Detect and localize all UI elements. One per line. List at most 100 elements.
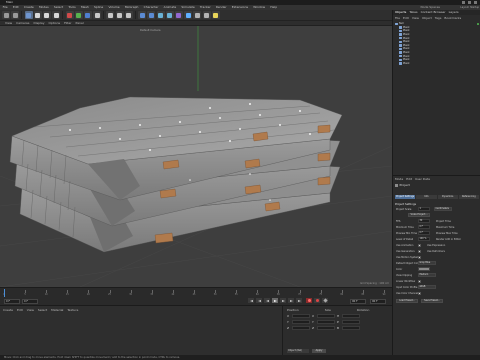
- camera-label[interactable]: Default Camera: [140, 29, 160, 32]
- scale-button[interactable]: [42, 11, 51, 19]
- record-button[interactable]: [306, 298, 312, 303]
- subdivision-button[interactable]: [156, 11, 165, 19]
- object-menu-bookmarks[interactable]: Bookmarks: [444, 16, 461, 20]
- render-view-button[interactable]: [106, 11, 115, 19]
- object-menu-edit[interactable]: Edit: [403, 16, 409, 20]
- camera-button[interactable]: [202, 11, 211, 19]
- array-button[interactable]: [165, 11, 174, 19]
- viewport[interactable]: Default Camera Grid Spacing : 100 cm: [0, 26, 392, 287]
- material-menu-edit[interactable]: Edit: [17, 308, 23, 312]
- floor-button[interactable]: [193, 11, 202, 19]
- playhead[interactable]: [4, 289, 5, 297]
- deformer-button[interactable]: [184, 11, 193, 19]
- render-settings-button[interactable]: [124, 11, 133, 19]
- attribute-menu-edit[interactable]: Edit: [406, 177, 412, 181]
- object-menu-object[interactable]: Object: [422, 16, 432, 20]
- light-button[interactable]: [211, 11, 220, 19]
- undo-button[interactable]: [2, 11, 10, 19]
- save-preset-button[interactable]: Save Preset...: [421, 299, 443, 303]
- size-x-field[interactable]: [317, 314, 335, 318]
- material-menu-create[interactable]: Create: [3, 308, 13, 312]
- input-color-profile-select[interactable]: sRGB: [418, 285, 436, 289]
- y-axis-button[interactable]: [74, 11, 83, 19]
- material-menu-material[interactable]: Material: [51, 308, 63, 312]
- end-frame-field[interactable]: 90 F: [350, 299, 366, 304]
- use-color-channel-for-node-material-checkbox[interactable]: [418, 291, 421, 295]
- use-generators-checkbox[interactable]: [418, 249, 421, 253]
- minimize-icon[interactable]: [462, 1, 465, 4]
- view-clipping-select[interactable]: Medium: [418, 273, 436, 277]
- pen-button[interactable]: [147, 11, 156, 19]
- scale-project-button[interactable]: Scale Project...: [408, 213, 430, 217]
- apply-button[interactable]: Apply: [312, 349, 326, 353]
- attribute-tab-referencing[interactable]: Referencing: [458, 195, 479, 199]
- minimum-time-field[interactable]: 0 F: [418, 225, 430, 229]
- goto-end-button[interactable]: [296, 298, 302, 303]
- object-manager[interactable]: File Edit View Object Tags Bookmarks Null Plan…: [393, 15, 480, 175]
- attribute-tab-project-settings[interactable]: Project Settings: [395, 195, 416, 199]
- live-selection-button[interactable]: [24, 11, 33, 19]
- maximize-icon[interactable]: [468, 1, 471, 4]
- object-row[interactable]: Plank: [399, 62, 480, 66]
- viewport-menu-filter[interactable]: Filter: [62, 21, 73, 26]
- object-menu-file[interactable]: File: [395, 16, 400, 20]
- cube-button[interactable]: [138, 11, 147, 19]
- x-axis-button[interactable]: [65, 11, 74, 19]
- viewport-menu-view[interactable]: View: [3, 21, 14, 26]
- attribute-menu-mode[interactable]: Mode: [395, 177, 403, 181]
- project-scale-field[interactable]: 1: [418, 207, 430, 211]
- viewport-menu-display[interactable]: Display: [31, 21, 46, 26]
- object-menu-tags[interactable]: Tags: [435, 16, 442, 20]
- redo-button[interactable]: [11, 11, 20, 19]
- z-axis-button[interactable]: [83, 11, 92, 19]
- end-frame-field-2[interactable]: 90 F: [370, 299, 386, 304]
- keyframe-selection-button[interactable]: [322, 298, 328, 303]
- default-object-color-select[interactable]: Gray Blue: [418, 261, 436, 265]
- goto-start-button[interactable]: [248, 298, 254, 303]
- attribute-menu-user-data[interactable]: User Data: [415, 177, 430, 181]
- rotation-b-field[interactable]: [342, 326, 360, 330]
- next-frame-button[interactable]: [280, 298, 286, 303]
- render-picture-viewer-button[interactable]: [115, 11, 124, 19]
- prev-key-button[interactable]: [256, 298, 262, 303]
- material-menu-texture[interactable]: Texture: [67, 308, 78, 312]
- rotate-button[interactable]: [52, 11, 61, 19]
- move-button[interactable]: [33, 11, 42, 19]
- position-z-field[interactable]: [292, 326, 310, 330]
- material-menu-view[interactable]: View: [27, 308, 34, 312]
- level-of-detail-field[interactable]: 100 %: [418, 237, 430, 241]
- use-animation-checkbox[interactable]: [418, 243, 421, 247]
- material-menu-select[interactable]: Select: [38, 308, 47, 312]
- viewport-menu-panel[interactable]: Panel: [74, 21, 86, 26]
- use-motion-system-checkbox[interactable]: [418, 255, 421, 259]
- timeline-ruler[interactable]: 051015202530354045505560657075808590: [3, 290, 388, 296]
- color-swatch[interactable]: [418, 267, 430, 271]
- start-frame-field-2[interactable]: 0 F: [22, 299, 38, 304]
- coordinate-mode-select[interactable]: Object (Rel): [287, 349, 309, 353]
- play-button[interactable]: [272, 298, 278, 303]
- viewport-menu-cameras[interactable]: Cameras: [14, 21, 31, 26]
- timeline[interactable]: 051015202530354045505560657075808590: [0, 287, 392, 305]
- rotation-p-field[interactable]: [342, 320, 360, 324]
- load-preset-button[interactable]: Load Preset...: [396, 299, 418, 303]
- attribute-tab-dynamics[interactable]: Dynamics: [437, 195, 458, 199]
- rotation-h-field[interactable]: [342, 314, 360, 318]
- position-x-field[interactable]: [292, 314, 310, 318]
- preview-min-time-field[interactable]: 0 F: [418, 231, 430, 235]
- linear-workflow-checkbox[interactable]: [418, 279, 421, 283]
- next-key-button[interactable]: [288, 298, 294, 303]
- fps-field[interactable]: 30: [418, 219, 430, 223]
- prev-frame-button[interactable]: [264, 298, 270, 303]
- start-frame-field[interactable]: 0 F: [4, 299, 20, 304]
- size-z-field[interactable]: [317, 326, 335, 330]
- project-scale-unit-select[interactable]: Centimeters: [434, 207, 452, 211]
- cloner-button[interactable]: [174, 11, 183, 19]
- position-y-field[interactable]: [292, 320, 310, 324]
- close-icon[interactable]: [474, 1, 477, 4]
- object-menu-view[interactable]: View: [412, 16, 419, 20]
- coordinate-system-button[interactable]: [93, 11, 102, 19]
- attribute-tab-info[interactable]: Info: [416, 195, 437, 199]
- size-y-field[interactable]: [317, 320, 335, 324]
- autokey-button[interactable]: [314, 298, 320, 303]
- visibility-dot-icon[interactable]: [477, 22, 479, 25]
